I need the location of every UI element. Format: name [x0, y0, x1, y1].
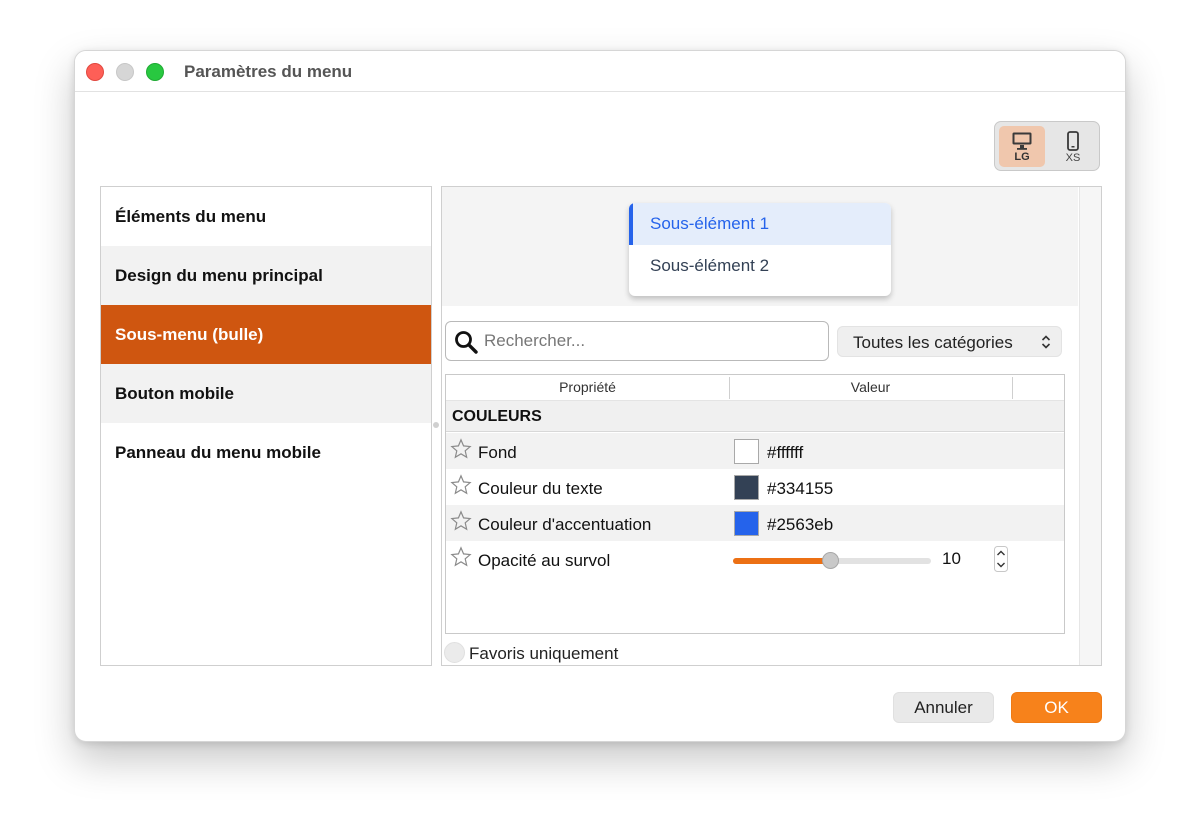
sidebar-item-mobile-button[interactable]: Bouton mobile — [101, 364, 431, 423]
star-outline-icon[interactable] — [450, 546, 472, 568]
search-box — [445, 321, 829, 361]
cancel-button[interactable]: Annuler — [893, 692, 994, 723]
sidebar-item-mobile-menu-panel[interactable]: Panneau du menu mobile — [101, 423, 431, 482]
color-value[interactable]: #ffffff — [767, 443, 803, 463]
property-row-hover-opacity[interactable]: Opacité au survol 10 — [446, 541, 1064, 577]
favorites-only-label: Favoris uniquement — [469, 644, 619, 663]
title-bar: Paramètres du menu — [75, 51, 1125, 92]
sidebar-item-submenu-bubble[interactable]: Sous-menu (bulle) — [101, 305, 431, 364]
color-swatch[interactable] — [734, 511, 759, 536]
preview-subitem-2[interactable]: Sous-élément 2 — [629, 245, 891, 287]
minimize-window-button[interactable] — [116, 63, 134, 81]
desktop-monitor-icon — [1012, 132, 1032, 150]
category-select[interactable]: Toutes les catégories — [837, 326, 1062, 357]
device-lg-label: LG — [1014, 151, 1030, 163]
star-outline-icon[interactable] — [450, 438, 472, 460]
property-row-background[interactable]: Fond #ffffff — [446, 433, 1064, 469]
number-stepper-icon[interactable] — [994, 546, 1008, 572]
property-row-text-color[interactable]: Couleur du texte #334155 — [446, 469, 1064, 505]
column-separator — [1012, 377, 1013, 399]
star-outline-icon[interactable] — [450, 474, 472, 496]
sidebar-item-main-menu-design[interactable]: Design du menu principal — [101, 246, 431, 305]
chevron-up-down-icon — [1041, 335, 1051, 349]
device-toggle: LG XS — [994, 121, 1100, 171]
property-row-accent-color[interactable]: Couleur d'accentuation #2563eb — [446, 505, 1064, 541]
preview-subitem-1[interactable]: Sous-élément 1 — [629, 203, 891, 245]
property-grid: Propriété Valeur COULEURS Fond #ffffff C… — [445, 374, 1065, 634]
column-header-value[interactable]: Valeur — [729, 379, 1012, 395]
search-input[interactable] — [484, 328, 814, 354]
color-value[interactable]: #2563eb — [767, 515, 833, 535]
section-title: COULEURS — [452, 408, 542, 425]
column-header-property[interactable]: Propriété — [446, 379, 729, 395]
settings-window: Paramètres du menu LG XS Éléments du men… — [74, 50, 1126, 742]
close-window-button[interactable] — [86, 63, 104, 81]
splitter-handle[interactable] — [433, 422, 439, 428]
opacity-number-field[interactable]: 10 — [942, 549, 988, 573]
device-xs-label: XS — [1065, 152, 1081, 164]
ok-button[interactable]: OK — [1011, 692, 1102, 723]
mobile-phone-icon — [1067, 131, 1079, 151]
property-grid-header: Propriété Valeur — [446, 375, 1064, 401]
device-xs-button[interactable]: XS — [1050, 126, 1096, 167]
slider-thumb[interactable] — [822, 552, 840, 569]
panel-scrollbar[interactable] — [1079, 187, 1101, 665]
sidebar-item-menu-elements[interactable]: Éléments du menu — [101, 187, 431, 246]
color-swatch[interactable] — [734, 439, 759, 464]
search-icon — [455, 331, 478, 354]
section-header-colors[interactable]: COULEURS — [446, 401, 1064, 432]
star-outline-icon[interactable] — [450, 510, 472, 532]
color-swatch[interactable] — [734, 475, 759, 500]
submenu-preview: Sous-élément 1 Sous-élément 2 — [442, 187, 1078, 306]
property-name: Couleur d'accentuation — [478, 515, 652, 534]
property-name: Couleur du texte — [478, 479, 603, 498]
favorites-only-checkbox[interactable] — [444, 642, 465, 663]
maximize-window-button[interactable] — [146, 63, 164, 81]
property-name: Opacité au survol — [478, 551, 611, 570]
settings-sidebar: Éléments du menu Design du menu principa… — [100, 186, 432, 666]
submenu-bubble-preview: Sous-élément 1 Sous-élément 2 — [629, 203, 891, 296]
property-name: Fond — [478, 443, 517, 462]
window-title: Paramètres du menu — [184, 62, 353, 81]
device-lg-button[interactable]: LG — [999, 126, 1045, 167]
category-select-value: Toutes les catégories — [853, 333, 1013, 352]
slider-fill — [733, 558, 831, 564]
settings-panel: Sous-élément 1 Sous-élément 2 Toutes les… — [441, 186, 1102, 666]
color-value[interactable]: #334155 — [767, 479, 833, 499]
